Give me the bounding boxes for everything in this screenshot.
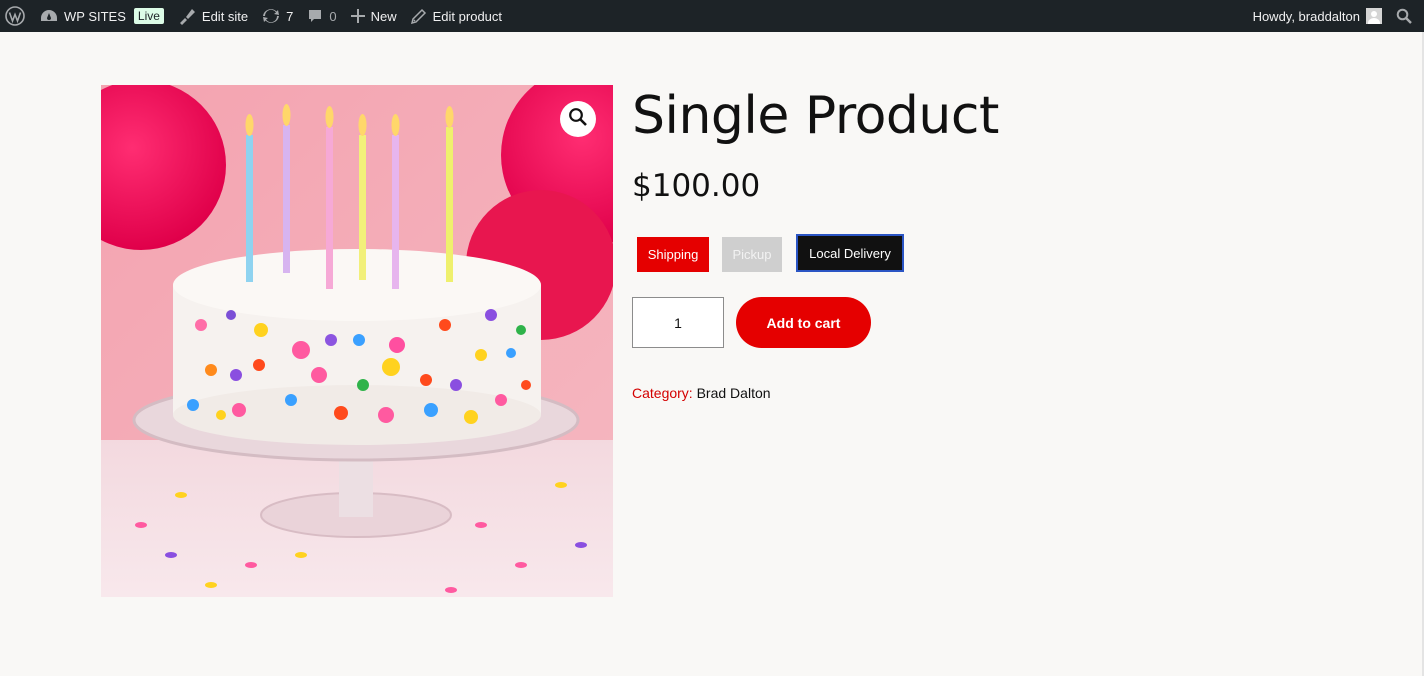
site-name-menu[interactable]: WP SITES Live xyxy=(33,0,171,32)
product-meta: Category: Brad Dalton xyxy=(632,385,771,401)
avatar xyxy=(1366,8,1382,24)
option-local-delivery[interactable]: Local Delivery xyxy=(796,234,904,272)
my-account-menu[interactable]: Howdy, braddalton xyxy=(1246,0,1386,32)
search-icon xyxy=(1396,8,1412,24)
comments-count: 0 xyxy=(329,8,337,24)
admin-bar: WP SITES Live Edit site 7 0 New Edit pro… xyxy=(0,0,1424,32)
howdy-text: Howdy, braddalton xyxy=(1252,8,1360,24)
option-shipping[interactable]: Shipping xyxy=(637,236,709,272)
edit-site-label: Edit site xyxy=(201,8,249,24)
pencil-icon xyxy=(410,8,427,24)
image-zoom-button[interactable] xyxy=(560,101,596,137)
wordpress-logo-button[interactable] xyxy=(0,0,33,32)
product-title: Single Product xyxy=(632,86,999,146)
zoom-icon xyxy=(568,107,588,132)
live-badge: Live xyxy=(133,8,164,24)
new-content-menu[interactable]: New xyxy=(344,0,404,32)
admin-search-button[interactable] xyxy=(1386,0,1424,32)
brush-icon xyxy=(178,7,196,25)
edit-product-link[interactable]: Edit product xyxy=(404,0,509,32)
add-to-cart-button[interactable]: Add to cart xyxy=(736,297,871,348)
edit-site-link[interactable]: Edit site xyxy=(171,0,255,32)
category-label: Category: xyxy=(632,385,693,401)
category-link[interactable]: Brad Dalton xyxy=(697,385,771,401)
plus-icon xyxy=(350,9,365,23)
updates-link[interactable]: 7 xyxy=(255,0,300,32)
edit-product-label: Edit product xyxy=(432,8,503,24)
option-pickup[interactable]: Pickup xyxy=(722,236,782,272)
product-image[interactable] xyxy=(101,85,613,597)
wordpress-icon xyxy=(5,6,25,26)
updates-icon xyxy=(262,7,280,25)
new-label: New xyxy=(370,8,397,24)
quantity-input[interactable] xyxy=(632,297,724,348)
product-price: $100.00 xyxy=(632,168,761,204)
cake-photo xyxy=(101,85,613,597)
comment-icon xyxy=(307,8,323,24)
dashboard-icon xyxy=(40,8,58,24)
comments-link[interactable]: 0 xyxy=(300,0,343,32)
delivery-options: Shipping Pickup Local Delivery xyxy=(637,234,904,272)
site-name: WP SITES xyxy=(64,8,126,24)
updates-count: 7 xyxy=(286,8,294,24)
